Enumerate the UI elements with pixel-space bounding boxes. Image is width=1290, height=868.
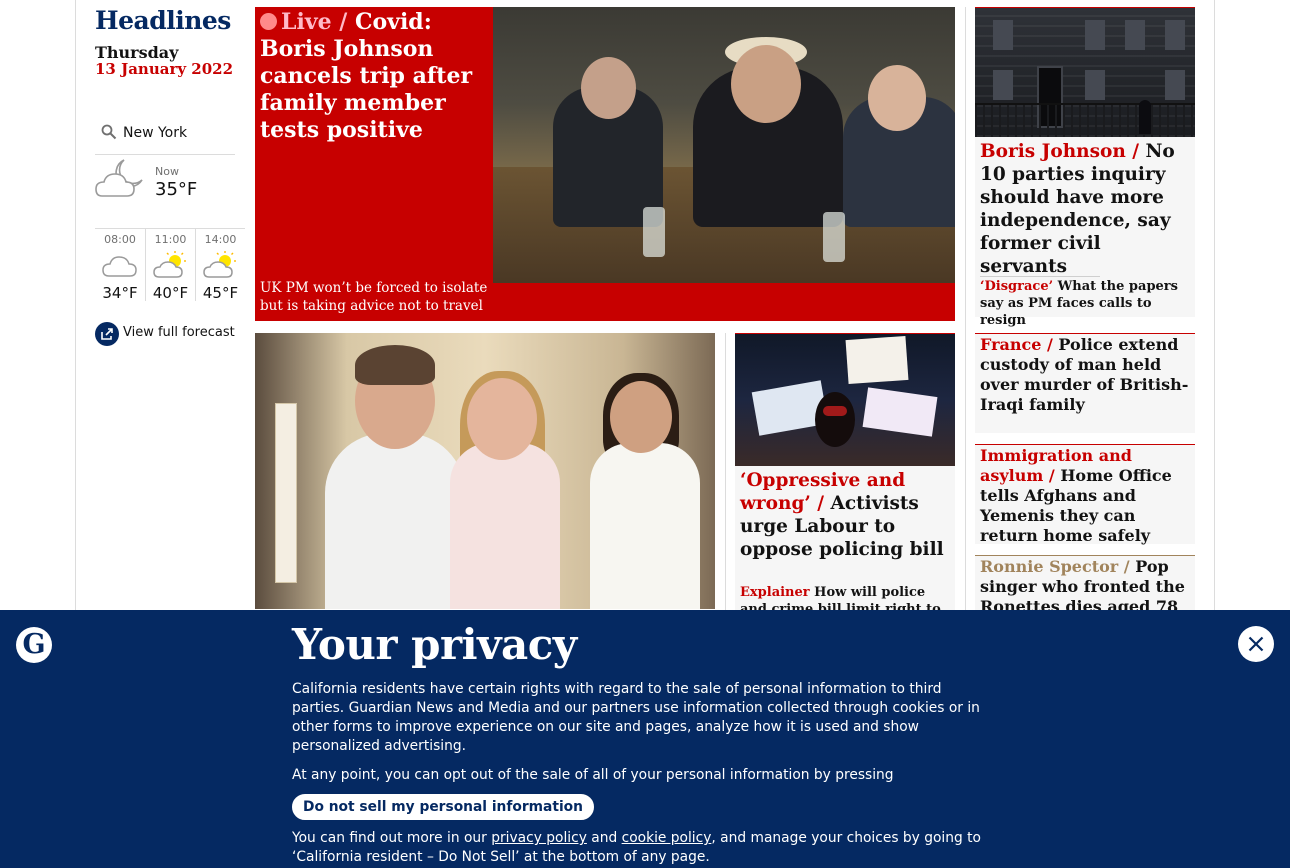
story-kicker: Ronnie Spector / bbox=[980, 557, 1130, 576]
story-headline[interactable]: ‘Oppressive and wrong’ / Activists urge … bbox=[740, 469, 952, 561]
privacy-text: and bbox=[586, 830, 622, 846]
forecast-temperature: 40°F bbox=[152, 284, 189, 302]
privacy-text: You can find out more in our bbox=[292, 830, 492, 846]
forecast-time: 08:00 bbox=[104, 233, 136, 246]
privacy-paragraph: California residents have certain rights… bbox=[292, 681, 980, 754]
story-image-card[interactable] bbox=[255, 333, 715, 609]
sublink-kicker: ‘Disgrace’ bbox=[980, 279, 1054, 294]
current-temperature: 35°F bbox=[155, 179, 198, 200]
close-icon bbox=[1248, 636, 1264, 652]
privacy-banner: G Your privacy California residents have… bbox=[0, 610, 1290, 868]
story-headline[interactable]: France / Police extend custody of man he… bbox=[980, 335, 1192, 415]
weather-location-search[interactable]: New York bbox=[95, 120, 235, 155]
forecast-temperature: 34°F bbox=[102, 284, 138, 302]
close-button[interactable] bbox=[1238, 626, 1274, 662]
privacy-title: Your privacy bbox=[292, 620, 577, 669]
story-kicker: France / bbox=[980, 335, 1053, 354]
story-headline[interactable]: Immigration and asylum / Home Office tel… bbox=[980, 446, 1192, 546]
story-standfirst: UK PM won’t be forced to isolate but is … bbox=[260, 280, 488, 314]
location-name: New York bbox=[123, 125, 188, 141]
main-story-card[interactable]: Live / Covid: Boris Johnson cancels trip… bbox=[255, 7, 955, 321]
section-title: Headlines bbox=[95, 6, 231, 35]
date-label: 13 January 2022 bbox=[95, 60, 234, 78]
hourly-forecast: 08:00 34°F 11:00 40°F 14:00 45°F bbox=[95, 228, 245, 302]
cookie-policy-link[interactable]: cookie policy bbox=[622, 830, 712, 846]
story-kicker: Live / bbox=[281, 9, 348, 35]
forecast-temperature: 45°F bbox=[202, 284, 239, 302]
main-story-headline[interactable]: Live / Covid: Boris Johnson cancels trip… bbox=[260, 9, 492, 144]
now-label: Now bbox=[155, 165, 179, 178]
cloud-icon bbox=[102, 256, 137, 277]
story-image bbox=[975, 8, 1195, 137]
guardian-logo-icon: G bbox=[16, 627, 52, 663]
privacy-paragraph: At any point, you can opt out of the sal… bbox=[292, 767, 894, 783]
partly-sunny-icon bbox=[203, 251, 236, 278]
hourly-forecast-item: 08:00 34°F bbox=[95, 229, 145, 302]
hourly-forecast-item: 14:00 45°F bbox=[195, 229, 245, 302]
column-divider bbox=[965, 7, 966, 617]
logo-letter: G bbox=[22, 629, 46, 660]
privacy-policy-link[interactable]: privacy policy bbox=[491, 830, 587, 846]
story-kicker: Boris Johnson / bbox=[980, 141, 1140, 162]
story-headline[interactable]: Ronnie Spector / Pop singer who fronted … bbox=[980, 557, 1192, 617]
story-image bbox=[735, 334, 955, 466]
story-image bbox=[493, 7, 955, 283]
sublink-kicker: Explainer bbox=[740, 585, 810, 600]
story-card[interactable]: Boris Johnson / No 10 parties inquiry sh… bbox=[975, 7, 1195, 328]
live-pulse-icon bbox=[260, 13, 277, 30]
search-icon bbox=[101, 124, 117, 140]
story-headline[interactable]: Boris Johnson / No 10 parties inquiry sh… bbox=[980, 140, 1192, 278]
do-not-sell-button[interactable]: Do not sell my personal information bbox=[292, 794, 594, 820]
story-card[interactable]: Immigration and asylum / Home Office tel… bbox=[975, 444, 1195, 546]
hourly-forecast-item: 11:00 40°F bbox=[145, 229, 195, 302]
sublink[interactable]: ‘Disgrace’ What the papers say as PM fac… bbox=[980, 278, 1192, 329]
divider bbox=[980, 276, 1100, 277]
privacy-paragraph: You can find out more in our privacy pol… bbox=[292, 829, 997, 867]
story-card[interactable]: ‘Oppressive and wrong’ / Activists urge … bbox=[735, 333, 955, 634]
forecast-time: 11:00 bbox=[154, 233, 187, 246]
external-link-icon bbox=[95, 322, 119, 346]
full-forecast-label: View full forecast bbox=[123, 325, 235, 340]
forecast-time: 14:00 bbox=[204, 233, 237, 246]
story-card[interactable]: France / Police extend custody of man he… bbox=[975, 333, 1195, 433]
partly-sunny-icon bbox=[153, 251, 186, 278]
column-divider bbox=[725, 333, 726, 623]
cloudy-night-icon bbox=[95, 159, 143, 197]
